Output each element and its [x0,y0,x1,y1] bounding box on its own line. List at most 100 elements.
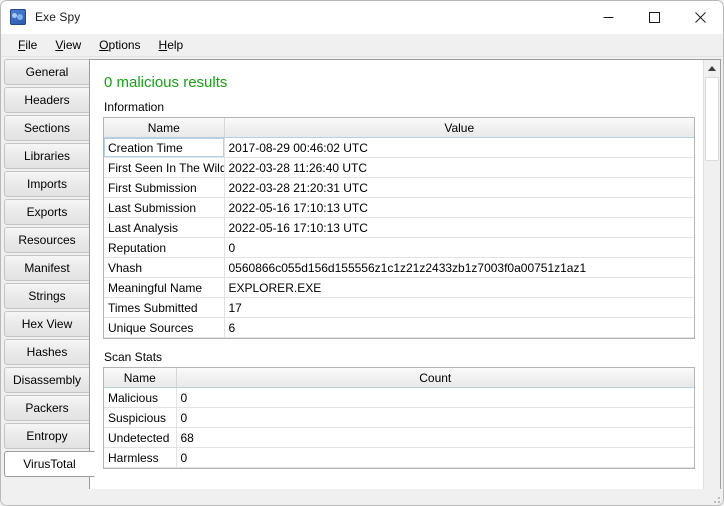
status-area [1,489,723,505]
information-table-row[interactable]: Meaningful Name EXPLORER.EXE [104,277,694,298]
cell-name[interactable]: Meaningful Name [104,277,225,298]
scan-stats-table: Name Count Malicious 0 Suspicious 0 Undetect… [104,368,694,468]
cell-value[interactable]: 6 [224,317,694,338]
close-button[interactable] [677,1,723,33]
title-bar: Exe Spy [1,1,723,34]
tab-packers[interactable]: Packers [4,395,90,421]
cell-value[interactable]: 2017-08-29 00:46:02 UTC [224,137,694,158]
tab-label: General [25,65,69,79]
cell-value[interactable]: 0 [224,237,694,258]
cell-value[interactable]: 68 [176,427,694,448]
cell-value[interactable]: 2022-05-16 17:10:13 UTC [224,217,694,238]
vertical-scrollbar[interactable] [703,60,720,504]
cell-value[interactable]: 2022-03-28 21:20:31 UTC [224,177,694,198]
cell-name[interactable]: Last Analysis [104,217,225,238]
tab-exports[interactable]: Exports [4,199,90,225]
information-table: Name Value Creation Time 2017-08-29 00:46… [104,118,694,338]
tab-label: Manifest [24,261,70,275]
cell-name[interactable]: Reputation [104,237,225,258]
cell-name[interactable]: Creation Time [104,137,225,158]
scroll-up-button[interactable] [704,60,720,77]
information-col-value[interactable]: Value [224,118,694,138]
information-table-header-row: Name Value [104,118,694,138]
tab-entropy[interactable]: Entropy [4,423,90,449]
scan-stats-table-body: Malicious 0 Suspicious 0 Undetected 68 Harmles… [104,387,694,468]
information-table-row[interactable]: Reputation 0 [104,237,694,258]
scan-stats-col-name[interactable]: Name [104,368,177,388]
cell-value[interactable]: EXPLORER.EXE [224,277,694,298]
tab-virustotal[interactable]: VirusTotal [4,451,95,477]
resize-grip[interactable] [708,495,720,505]
tab-label: Hashes [26,345,68,359]
cell-name[interactable]: Undetected [104,427,177,448]
information-table-body: Creation Time 2017-08-29 00:46:02 UTC Firs… [104,137,694,338]
scrollbar-thumb[interactable] [705,77,719,161]
cell-name[interactable]: Suspicious [104,407,177,428]
scroll-up-arrow-icon [708,66,716,71]
information-table-row[interactable]: Vhash 0560866c055d156d155556z1c1z21z2433z… [104,257,694,278]
tab-libraries[interactable]: Libraries [4,143,90,169]
window-title: Exe Spy [35,10,81,24]
tab-strip: General Headers Sections Libraries Imports Ex… [4,59,95,479]
minimize-button[interactable] [585,1,631,33]
maximize-button[interactable] [631,1,677,33]
cell-value[interactable]: 0560866c055d156d155556z1c1z21z2433zb1z70… [224,257,694,278]
app-icon [10,9,26,25]
information-col-name[interactable]: Name [104,118,225,138]
scan-stats-table-row[interactable]: Suspicious 0 [104,407,694,428]
tab-manifest[interactable]: Manifest [4,255,90,281]
tab-label: Headers [24,93,70,107]
information-table-row[interactable]: Times Submitted 17 [104,297,694,318]
menu-options-accel: O [99,38,109,52]
tab-label: Resources [18,233,76,247]
cell-name[interactable]: First Submission [104,177,225,198]
scan-stats-table-row[interactable]: Undetected 68 [104,427,694,448]
tab-resources[interactable]: Resources [4,227,90,253]
cell-name[interactable]: Unique Sources [104,317,225,338]
menu-view-accel: V [55,38,64,52]
cell-name[interactable]: Times Submitted [104,297,225,318]
information-table-wrapper: Name Value Creation Time 2017-08-29 00:46… [103,117,695,339]
information-table-row[interactable]: Last Analysis 2022-05-16 17:10:13 UTC [104,217,694,238]
scan-stats-table-row[interactable]: Harmless 0 [104,447,694,468]
scan-stats-table-row[interactable]: Malicious 0 [104,387,694,408]
tab-general[interactable]: General [4,59,90,85]
cell-value[interactable]: 0 [176,407,694,428]
tab-sections[interactable]: Sections [4,115,90,141]
information-table-row[interactable]: Unique Sources 6 [104,317,694,338]
information-table-row[interactable]: First Seen In The Wild 2022-03-28 11:26:4… [104,157,694,178]
tab-headers[interactable]: Headers [4,87,90,113]
tab-hex-view[interactable]: Hex View [4,311,90,337]
menu-file[interactable]: File [9,35,46,55]
tab-label: Sections [23,121,71,135]
cell-value[interactable]: 2022-05-16 17:10:13 UTC [224,197,694,218]
tab-disassembly[interactable]: Disassembly [4,367,90,393]
malicious-results-title: 0 malicious results [104,74,228,91]
tab-imports[interactable]: Imports [4,171,90,197]
information-table-row[interactable]: Last Submission 2022-05-16 17:10:13 UTC [104,197,694,218]
cell-value[interactable]: 0 [176,387,694,408]
tab-strings[interactable]: Strings [4,283,90,309]
scrollbar-track[interactable] [704,77,720,487]
cell-name[interactable]: Vhash [104,257,225,278]
scan-stats-table-wrapper: Name Count Malicious 0 Suspicious 0 Undetect… [103,367,695,469]
tab-hashes[interactable]: Hashes [4,339,90,365]
cell-name[interactable]: Malicious [104,387,177,408]
scan-stats-col-count[interactable]: Count [176,368,694,388]
cell-value[interactable]: 2022-03-28 11:26:40 UTC [224,157,694,178]
cell-name[interactable]: Harmless [104,447,177,468]
information-table-row[interactable]: First Submission 2022-03-28 21:20:31 UTC [104,177,694,198]
scan-stats-group-label: Scan Stats [104,350,163,364]
cell-value[interactable]: 17 [224,297,694,318]
menu-options-rest: ptions [108,38,141,52]
cell-value[interactable]: 0 [176,447,694,468]
cell-name[interactable]: First Seen In The Wild [104,157,225,178]
menu-options[interactable]: Options [90,35,149,55]
app-window: Exe Spy File View Options Help General He… [0,0,724,506]
information-table-row[interactable]: Creation Time 2017-08-29 00:46:02 UTC [104,137,694,158]
menu-help[interactable]: Help [150,35,193,55]
menu-view[interactable]: View [46,35,90,55]
menu-bar: File View Options Help [1,34,723,57]
cell-name[interactable]: Last Submission [104,197,225,218]
tab-label: Strings [28,289,66,303]
